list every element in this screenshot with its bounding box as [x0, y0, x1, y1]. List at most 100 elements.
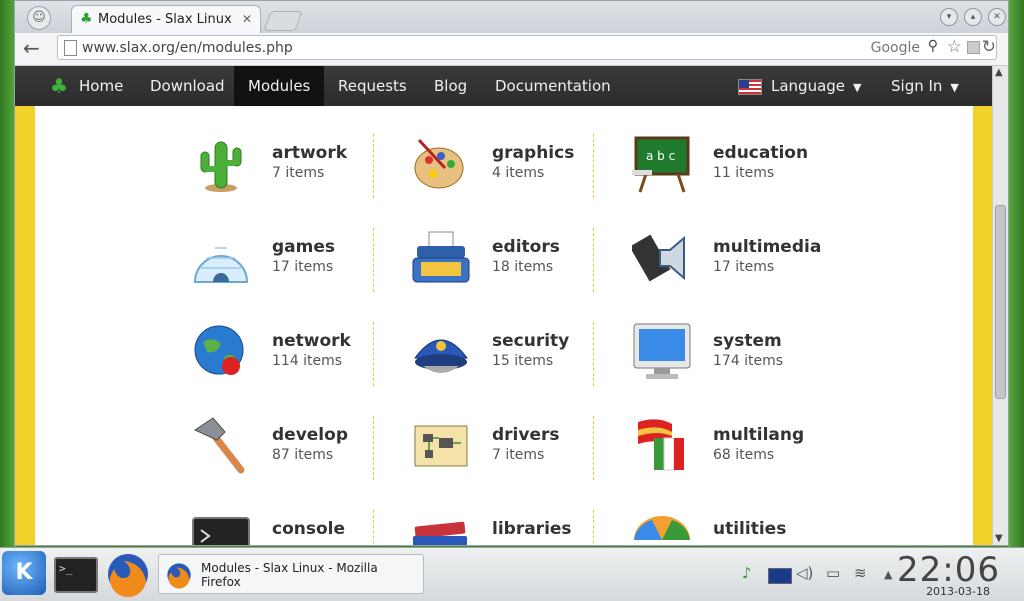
- category-name: multilang: [713, 425, 805, 445]
- slax-clover-icon: ♣: [50, 74, 68, 98]
- vertical-scrollbar[interactable]: ▲ ▼: [992, 66, 1008, 545]
- bookmark-star-icon[interactable]: ☆: [947, 37, 962, 57]
- tray-expand-icon[interactable]: ▲: [884, 568, 892, 581]
- divider: [373, 134, 374, 198]
- signin-label: Sign In: [891, 77, 943, 95]
- nav-blog[interactable]: Blog: [434, 66, 467, 106]
- task-label: Modules - Slax Linux - Mozilla Firefox: [201, 561, 378, 589]
- minimize-icon[interactable]: ▾: [940, 8, 958, 26]
- app-menu-icon[interactable]: ☺: [27, 6, 51, 30]
- category-network[interactable]: network 114 items: [191, 322, 391, 392]
- divider: [593, 228, 594, 292]
- category-name: console: [272, 519, 346, 539]
- category-utilities[interactable]: utilities: [632, 510, 832, 545]
- category-games[interactable]: games 17 items: [191, 228, 391, 298]
- flags-icon: [638, 419, 684, 471]
- category-name: utilities: [713, 519, 787, 539]
- category-count: 17 items: [713, 259, 775, 275]
- language-menu[interactable]: Language ▼: [771, 66, 862, 106]
- clock-date: 2013-03-18: [926, 585, 990, 598]
- nav-home[interactable]: Home: [79, 66, 123, 106]
- tab-bar: ☺ ♣ Modules - Slax Linux ✕ ▾ ▴ ✕: [15, 1, 1008, 33]
- reload-icon[interactable]: ↻: [982, 37, 996, 57]
- tab-close-icon[interactable]: ✕: [242, 12, 252, 26]
- police-cap-icon: [414, 339, 468, 373]
- search-engine-label[interactable]: Google: [871, 40, 920, 56]
- url-text[interactable]: www.slax.org/en/modules.php: [82, 40, 293, 56]
- maximize-icon[interactable]: ▴: [964, 8, 982, 26]
- category-count: 17 items: [272, 259, 334, 275]
- category-graphics[interactable]: graphics 4 items: [411, 134, 611, 204]
- category-libraries[interactable]: libraries: [411, 510, 611, 545]
- speaker-clapper-icon: [632, 234, 685, 282]
- taskbar: K >_ Modules - Slax Linux - Mozilla Fire…: [0, 547, 1024, 601]
- divider: [593, 510, 594, 545]
- tab-modules[interactable]: ♣ Modules - Slax Linux ✕: [71, 5, 261, 33]
- category-drivers[interactable]: drivers 7 items: [411, 416, 611, 486]
- category-name: graphics: [492, 143, 575, 163]
- scroll-down-icon[interactable]: ▼: [995, 533, 1003, 544]
- new-tab-button[interactable]: [263, 11, 303, 31]
- books-icon: [413, 521, 467, 545]
- volume-icon[interactable]: ◁): [796, 564, 813, 582]
- category-editors[interactable]: editors 18 items: [411, 228, 611, 298]
- nav-modules[interactable]: Modules: [234, 66, 325, 106]
- language-label: Language: [771, 77, 846, 95]
- palette-icon: [414, 138, 464, 189]
- tab-title: Modules - Slax Linux: [98, 12, 232, 27]
- clock-time[interactable]: 22:06: [897, 550, 1000, 590]
- wifi-icon[interactable]: ≋: [854, 564, 867, 582]
- firefox-launcher-icon[interactable]: [104, 551, 152, 597]
- svg-text:a b c: a b c: [646, 149, 675, 163]
- clover-icon: ♣: [80, 11, 93, 27]
- page-action-icon[interactable]: [967, 41, 980, 54]
- divider: [593, 134, 594, 198]
- nav-documentation[interactable]: Documentation: [495, 66, 611, 106]
- site-navbar: ♣ Home Download Modules Requests Blog Do…: [15, 66, 993, 106]
- us-flag-icon: [738, 79, 762, 95]
- address-bar[interactable]: www.slax.org/en/modules.php Google ⚲ ☆ ↻: [57, 35, 997, 60]
- category-count: 174 items: [713, 353, 784, 369]
- category-name: education: [713, 143, 809, 163]
- category-name: develop: [272, 425, 348, 445]
- music-note-icon[interactable]: ♪: [742, 564, 752, 582]
- igloo-icon: [193, 247, 249, 283]
- circuit-board-icon: [414, 425, 468, 467]
- divider: [373, 228, 374, 292]
- umbrella-icon: [634, 516, 690, 540]
- kde-menu-icon[interactable]: K: [2, 551, 46, 595]
- category-multimedia[interactable]: multimedia 17 items: [632, 228, 832, 298]
- display-icon[interactable]: ▭: [826, 564, 840, 582]
- browser-window: ☺ ♣ Modules - Slax Linux ✕ ▾ ▴ ✕ ← www.s…: [14, 0, 1009, 546]
- scrollbar-thumb[interactable]: [995, 205, 1006, 399]
- back-arrow-icon[interactable]: ←: [23, 37, 40, 59]
- close-icon[interactable]: ✕: [988, 8, 1006, 26]
- category-system[interactable]: system 174 items: [632, 322, 832, 392]
- category-education[interactable]: a b c education 11 items: [632, 134, 832, 204]
- signin-menu[interactable]: Sign In ▼: [891, 66, 959, 106]
- category-name: system: [713, 331, 782, 351]
- toolbar: ← www.slax.org/en/modules.php Google ⚲ ☆…: [15, 33, 1008, 66]
- category-artwork[interactable]: artwork 7 items: [191, 134, 391, 204]
- page-icon: [64, 40, 77, 56]
- category-multilang[interactable]: multilang 68 items: [632, 416, 832, 486]
- search-icon[interactable]: ⚲: [928, 38, 938, 54]
- category-count: 68 items: [713, 447, 775, 463]
- taskbar-task-firefox[interactable]: Modules - Slax Linux - Mozilla Firefox: [158, 554, 424, 594]
- category-security[interactable]: security 15 items: [411, 322, 611, 392]
- category-name: games: [272, 237, 336, 257]
- scroll-up-icon[interactable]: ▲: [995, 67, 1003, 78]
- category-count: 114 items: [272, 353, 343, 369]
- nav-requests[interactable]: Requests: [338, 66, 407, 106]
- chalkboard-icon: a b c: [632, 136, 690, 193]
- terminal-launcher-icon[interactable]: >_: [54, 557, 98, 593]
- category-develop[interactable]: develop 87 items: [191, 416, 391, 486]
- category-count: 15 items: [492, 353, 554, 369]
- category-count: 7 items: [272, 165, 325, 181]
- category-count: 7 items: [492, 447, 545, 463]
- category-console[interactable]: console: [191, 510, 391, 545]
- category-count: 18 items: [492, 259, 554, 275]
- nav-download[interactable]: Download: [150, 66, 225, 106]
- uk-flag-icon[interactable]: [768, 568, 792, 584]
- typewriter-icon: [412, 231, 470, 283]
